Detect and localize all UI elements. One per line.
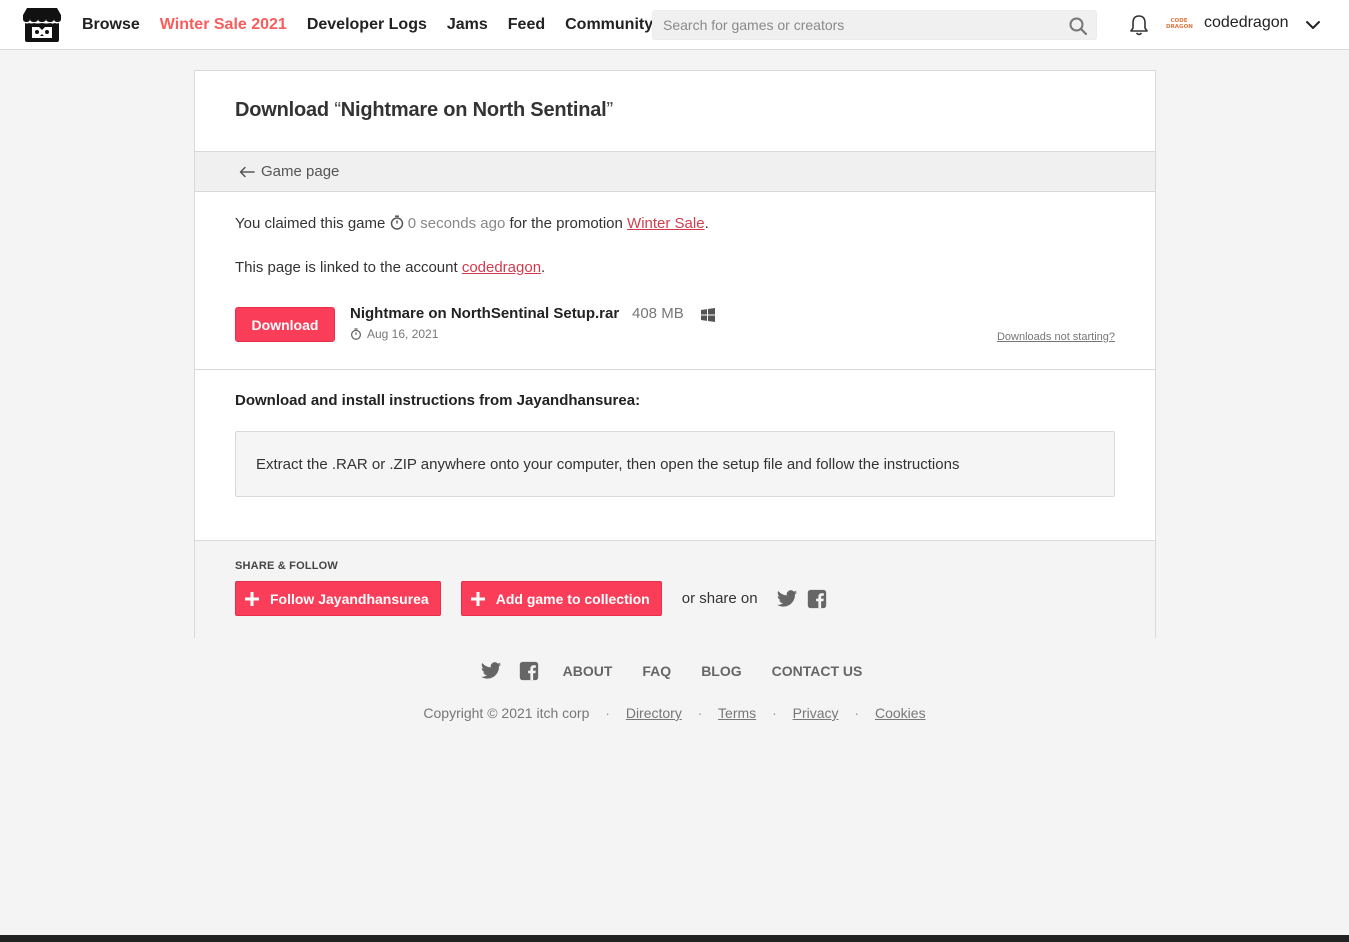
search-icon[interactable]	[1068, 16, 1088, 36]
username-link[interactable]: codedragon	[1204, 14, 1289, 32]
top-header: Browse Winter Sale 2021 Developer Logs J…	[0, 0, 1349, 50]
plus-icon	[470, 591, 485, 606]
install-instructions: Download and install instructions from J…	[195, 370, 1155, 541]
nav-winter-sale[interactable]: Winter Sale 2021	[160, 16, 287, 34]
promotion-link[interactable]: Winter Sale	[627, 215, 705, 232]
file-size: 408 MB	[632, 305, 684, 322]
footer-contact-link[interactable]: Contact us	[772, 663, 863, 679]
download-button[interactable]: Download	[235, 307, 335, 342]
footer-faq-link[interactable]: FAQ	[642, 663, 671, 679]
card-header: Download “Nightmare on North Sentinal”	[195, 71, 1155, 152]
bell-icon[interactable]	[1128, 13, 1150, 37]
facebook-icon[interactable]	[518, 660, 540, 682]
follow-button[interactable]: Follow Jayandhansurea	[235, 581, 441, 616]
footer-cookies-link[interactable]: Cookies	[875, 705, 926, 721]
search-box	[652, 10, 1097, 40]
avatar[interactable]: CODE DRAGON	[1166, 14, 1193, 36]
nav-feed[interactable]: Feed	[508, 16, 545, 34]
download-card: Download “Nightmare on North Sentinal” G…	[194, 70, 1156, 638]
stopwatch-icon	[350, 328, 362, 340]
search-input[interactable]	[653, 11, 1096, 39]
file-name: Nightmare on NorthSentinal Setup.rar	[350, 305, 620, 322]
plus-icon	[245, 591, 259, 606]
nav-developer-logs[interactable]: Developer Logs	[307, 16, 427, 34]
footer-blog-link[interactable]: Blog	[701, 663, 741, 679]
footer-about-link[interactable]: About	[563, 663, 613, 679]
game-page-link[interactable]: Game page	[239, 163, 339, 180]
instructions-title: Download and install instructions from J…	[235, 392, 641, 409]
footer-directory-link[interactable]: Directory	[626, 705, 682, 721]
instructions-box: Extract the .RAR or .ZIP anywhere onto y…	[235, 431, 1115, 497]
itch-logo-icon[interactable]	[22, 6, 62, 44]
add-to-collection-button[interactable]: Add game to collection	[460, 581, 662, 616]
footer-links: About FAQ Blog Contact us	[0, 660, 1349, 682]
arrow-left-icon	[239, 166, 255, 177]
file-date: Aug 16, 2021	[350, 327, 438, 341]
game-title-link[interactable]: Nightmare on North Sentinal	[341, 99, 607, 121]
footer-terms-link[interactable]: Terms	[718, 705, 756, 721]
downloads-not-starting-link[interactable]: Downloads not starting?	[997, 331, 1115, 343]
page-title: Download “Nightmare on North Sentinal”	[235, 99, 613, 121]
chevron-down-icon[interactable]	[1305, 17, 1321, 33]
nav-community[interactable]: Community	[565, 16, 653, 34]
main-nav: Browse Winter Sale 2021 Developer Logs J…	[82, 0, 673, 50]
nav-jams[interactable]: Jams	[447, 16, 488, 34]
share-title: Share & Follow	[235, 560, 339, 572]
footer-privacy-link[interactable]: Privacy	[793, 705, 839, 721]
twitter-icon[interactable]	[480, 660, 502, 682]
upload-row: Download Nightmare on NorthSentinal Setu…	[235, 305, 1115, 347]
twitter-icon[interactable]	[776, 588, 798, 610]
footer-copyright: Copyright © 2021 itch corp · Directory ·…	[423, 705, 926, 721]
windows-icon	[701, 308, 715, 322]
facebook-icon[interactable]	[806, 588, 828, 610]
share-follow-section: Share & Follow Follow Jayandhansurea Add…	[195, 541, 1155, 638]
share-text: or share on	[681, 590, 758, 607]
linked-line: This page is linked to the account coded…	[235, 259, 546, 276]
back-bar: Game page	[195, 152, 1155, 192]
claim-line: You claimed this game 0 seconds ago for …	[235, 215, 709, 232]
bottom-bar	[0, 935, 1349, 942]
claim-section: You claimed this game 0 seconds ago for …	[195, 192, 1155, 370]
nav-browse[interactable]: Browse	[82, 16, 140, 34]
account-link[interactable]: codedragon	[462, 259, 541, 276]
stopwatch-icon	[390, 215, 403, 230]
share-row: Follow Jayandhansurea Add game to collec…	[235, 581, 1115, 616]
